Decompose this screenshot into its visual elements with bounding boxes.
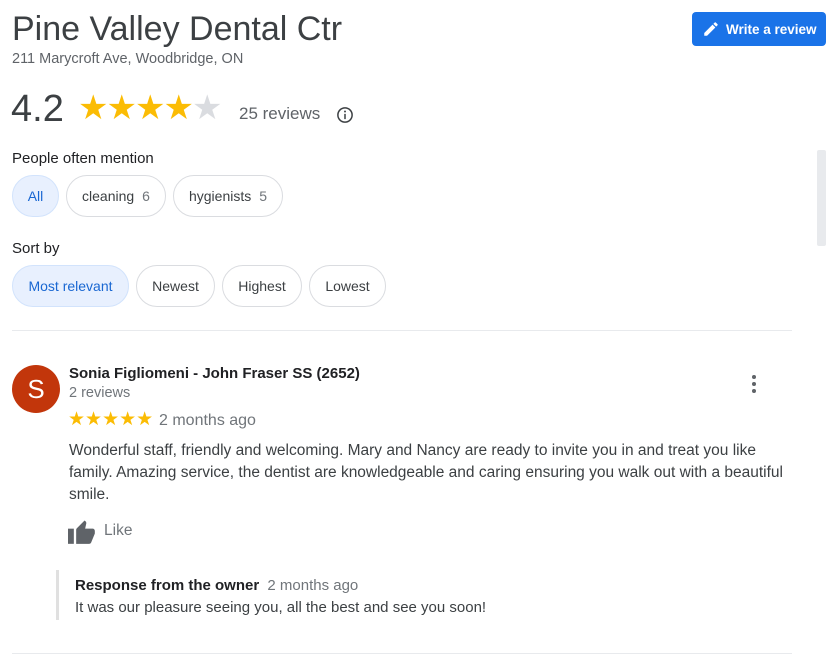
like-label: Like [104,522,133,539]
review-count[interactable]: 25 reviews [239,104,320,124]
star-icon: ★ [106,89,137,127]
divider [12,653,792,654]
thumbs-up-icon [68,520,95,544]
rating-stars: ★★★★★ [78,89,223,127]
business-title: Pine Valley Dental Ctr [12,10,343,48]
business-address: 211 Marycroft Ave, Woodbridge, ON [12,51,244,67]
owner-response-text: It was our pleasure seeing you, all the … [75,599,487,616]
owner-response: Response from the owner 2 months ago It … [56,570,796,620]
chip-count: 6 [142,188,150,204]
chip-label: Highest [238,278,286,294]
pencil-icon [704,22,718,36]
chip-label: Most relevant [28,278,113,294]
star-empty-icon: ★ [191,89,223,127]
like-button[interactable]: Like [68,518,132,544]
sort-highest[interactable]: Highest [222,265,302,307]
chip-label: hygienists [188,188,252,204]
chip-label: cleaning [82,188,135,204]
owner-response-label: Response from the owner [75,577,260,594]
chip-label: Newest [152,278,199,294]
chip-count: 5 [259,188,268,204]
chip-label: All [27,188,44,204]
review-text: Wonderful staff, friendly and welcoming.… [69,442,783,503]
reviewer-review-count: 2 reviews [69,385,131,401]
chip-label: Lowest [325,278,370,294]
mention-chip-all[interactable]: All [12,175,59,217]
review-date: 2 months ago [159,412,256,429]
mention-chip-hygienists[interactable]: hygienists 5 [173,175,283,217]
scrollbar-thumb[interactable] [817,150,826,246]
rating-value: 4.2 [11,88,64,130]
star-icon: ★ [163,89,194,127]
sort-lowest[interactable]: Lowest [309,265,386,307]
star-icon: ★ [134,89,166,127]
mentions-heading: People often mention [12,150,154,167]
owner-response-date: 2 months ago [267,577,359,594]
write-review-button[interactable]: Write a review [692,12,826,46]
mention-chip-cleaning[interactable]: cleaning 6 [66,175,166,217]
info-icon[interactable] [336,106,354,124]
sort-most-relevant[interactable]: Most relevant [12,265,129,307]
divider [12,330,792,331]
star-icon: ★ [78,89,109,127]
more-vert-icon[interactable] [744,373,764,395]
reviewer-name[interactable]: Sonia Figliomeni - John Fraser SS (2652) [69,365,360,382]
write-review-label: Write a review [726,21,817,37]
sort-newest[interactable]: Newest [136,265,215,307]
avatar[interactable]: S [12,365,60,413]
review-stars: ★★★★★ [68,409,154,430]
sort-heading: Sort by [12,240,60,257]
